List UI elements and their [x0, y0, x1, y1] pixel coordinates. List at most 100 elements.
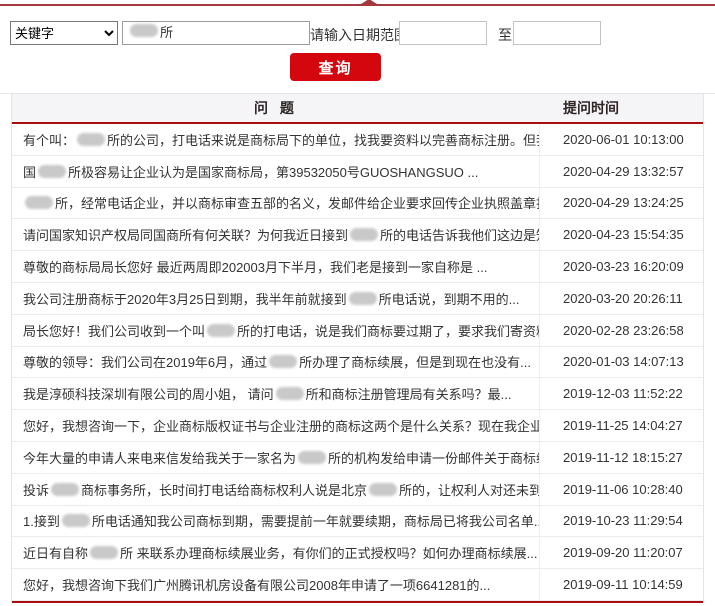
table-header-row: 问 题 提问时间 [12, 94, 703, 122]
redacted-text [130, 24, 158, 37]
redacted-text [298, 450, 327, 464]
time-cell: 2020-04-29 13:32:57 [563, 163, 684, 179]
question-text: 您好，我想咨询下我们广州腾讯机房设备有限公司2008年申请了一项6641281的… [23, 578, 491, 594]
redacted-text [90, 546, 119, 560]
question-text: 近日有自称 [23, 546, 89, 562]
time-cell: 2019-11-25 14:04:27 [563, 418, 683, 434]
question-cell[interactable]: 请问国家知识产权局同国商所有何关联？为何我近日接到 所的电话告诉我他们这边是知..… [12, 219, 540, 251]
table-row[interactable]: 我公司注册商标于2020年3月25日到期，我半年前就接到 所电话说，到期不用的..… [12, 282, 703, 315]
date-to-label: 至 [498, 27, 512, 43]
question-table-body: 有个叫： 所的公司，打电话来说是商标局下的单位，找我要资料以完善商标注册。但我..… [12, 124, 703, 601]
redacted-text [51, 482, 80, 496]
question-text: 所的打电话，说是我们商标要过期了，要求我们寄资料... [237, 323, 540, 339]
table-row[interactable]: 您好，我想咨询一下，企业商标版权证书与企业注册的商标这两个是什么关系？现在我企业… [12, 410, 703, 442]
redacted-text [207, 323, 236, 337]
question-table: 问 题 提问时间 有个叫： 所的公司，打电话来说是商标局下的单位，找我要资料以完善… [11, 94, 704, 603]
question-cell[interactable]: 今年大量的申请人来电来信发给我关于一家名为 所的机构发给申请一份邮件关于商标续..… [12, 441, 540, 473]
question-text: 局长您好！我们公司收到一个叫 [23, 323, 206, 339]
redacted-text [61, 514, 90, 528]
question-text: 所和商标注册管理局有关系吗？最... [305, 387, 512, 403]
table-bottom-line [12, 600, 703, 603]
question-text: 投诉 [23, 482, 50, 498]
page: 关键字 所 请输入日期范围 至 查询 问 题 提问时间 有个叫： 所的公司，打电话… [0, 0, 715, 606]
time-cell: 2020-01-03 14:07:13 [563, 354, 684, 370]
question-cell[interactable]: 您好，我想咨询下我们广州腾讯机房设备有限公司2008年申请了一项6641281的… [12, 569, 540, 600]
question-text: 所 来联系办理商标续展业务，有你们的正式授权吗？如何办理商标续展... [120, 546, 538, 562]
redacted-text [77, 132, 106, 146]
question-text: 所 [160, 25, 174, 40]
question-cell[interactable]: 我是淳硕科技深圳有限公司的周小姐， 请问 所和商标注册管理局有关系吗？最... [12, 378, 540, 410]
question-text: 所办理了商标续展，但是到现在也没有... [299, 355, 531, 371]
date-to-input[interactable] [513, 21, 601, 45]
question-text: 今年大量的申请人来电来信发给我关于一家名为 [23, 450, 297, 466]
table-row[interactable]: 有个叫： 所的公司，打电话来说是商标局下的单位，找我要资料以完善商标注册。但我..… [12, 124, 703, 156]
table-row[interactable]: 今年大量的申请人来电来信发给我关于一家名为 所的机构发给申请一份邮件关于商标续..… [12, 441, 703, 474]
search-button[interactable]: 查询 [290, 53, 381, 81]
time-cell: 2020-04-29 13:24:25 [563, 195, 684, 211]
table-row[interactable]: 尊敬的领导：我们公司在2019年6月，通过 所办理了商标续展，但是到现在也没有..… [12, 346, 703, 379]
keyword-input[interactable]: 所 [122, 21, 310, 45]
redacted-text [38, 164, 67, 178]
table-row[interactable]: 局长您好！我们公司收到一个叫 所的打电话，说是我们商标要过期了，要求我们寄资料..… [12, 314, 703, 347]
time-cell: 2020-03-23 16:20:09 [563, 259, 684, 275]
time-cell: 2019-09-11 10:14:59 [563, 577, 683, 593]
table-row[interactable]: 尊敬的商标局局长您好 最近两周即202003月下半月，我们老是接到一家自称是 .… [12, 251, 703, 283]
redacted-text [350, 228, 379, 242]
top-accent-line [0, 0, 715, 6]
question-cell[interactable]: 所，经常电话企业，并以商标审查五部的名义，发邮件给企业要求回传企业执照盖章扫..… [12, 187, 540, 219]
question-cell[interactable]: 尊敬的领导：我们公司在2019年6月，通过 所办理了商标续展，但是到现在也没有..… [12, 346, 540, 378]
table-row[interactable]: 近日有自称 所 来联系办理商标续展业务，有你们的正式授权吗？如何办理商标续展..… [12, 537, 703, 570]
redacted-text [369, 482, 398, 496]
redacted-text [275, 387, 304, 401]
question-cell[interactable]: 我公司注册商标于2020年3月25日到期，我半年前就接到 所电话说，到期不用的..… [12, 282, 540, 314]
question-cell[interactable]: 投诉 商标事务所，长时间打电话给商标权利人说是北京 所的，让权利人对还未到续... [12, 473, 540, 505]
time-cell: 2019-09-20 11:20:07 [563, 545, 683, 561]
question-text: 所的，让权利人对还未到续... [399, 482, 540, 498]
question-column-header: 问 题 [254, 100, 298, 116]
question-text: 我是淳硕科技深圳有限公司的周小姐， 请问 [23, 387, 274, 403]
question-text: 所电话通知我公司商标到期，需要提前一年就要续期，商标局已将我公司名单... [91, 514, 540, 530]
search-type-select[interactable]: 关键字 [10, 21, 118, 45]
table-row[interactable]: 所，经常电话企业，并以商标审查五部的名义，发邮件给企业要求回传企业执照盖章扫..… [12, 187, 703, 220]
table-row[interactable]: 投诉商标事务所，长时间打电话给商标权利人说是北京所的，让权利人对还未到续... … [12, 473, 703, 506]
question-text: 所，经常电话企业，并以商标审查五部的名义，发邮件给企业要求回传企业执照盖章扫..… [55, 196, 540, 212]
question-cell[interactable]: 1.接到 所电话通知我公司商标到期，需要提前一年就要续期，商标局已将我公司名单..… [12, 505, 540, 537]
question-text: 尊敬的商标局局长您好 最近两周即202003月下半月，我们老是接到一家自称是 .… [23, 260, 488, 276]
question-text: 请问国家知识产权局同国商所有何关联？为何我近日接到 [23, 228, 349, 244]
question-text: 尊敬的领导：我们公司在2019年6月，通过 [23, 355, 268, 371]
table-row[interactable]: 1.接到 所电话通知我公司商标到期，需要提前一年就要续期，商标局已将我公司名单..… [12, 505, 703, 538]
question-cell[interactable]: 国 所极容易让企业认为是国家商标局，第39532050号GUOSHANGSUO .… [12, 155, 540, 187]
question-text: 商标事务所，长时间打电话给商标权利人说是北京 [81, 482, 368, 498]
time-cell: 2020-02-28 23:26:58 [563, 322, 684, 338]
time-cell: 2019-12-03 11:52:22 [563, 386, 683, 402]
time-cell: 2020-04-23 15:54:35 [563, 227, 684, 243]
date-from-input[interactable] [399, 21, 487, 45]
question-cell[interactable]: 局长您好！我们公司收到一个叫 所的打电话，说是我们商标要过期了，要求我们寄资料..… [12, 314, 540, 346]
question-text: 所极容易让企业认为是国家商标局，第39532050号GUOSHANGSUO ..… [68, 164, 479, 180]
question-cell[interactable]: 有个叫： 所的公司，打电话来说是商标局下的单位，找我要资料以完善商标注册。但我..… [12, 124, 540, 155]
question-text: 1.接到 [23, 514, 60, 530]
question-text: 所的公司，打电话来说是商标局下的单位，找我要资料以完善商标注册。但我... [107, 132, 540, 148]
time-column-header: 提问时间 [563, 100, 619, 116]
question-text: 有个叫： [23, 132, 76, 148]
redacted-text [348, 291, 377, 305]
time-cell: 2019-11-12 18:15:27 [563, 449, 683, 465]
redacted-text [269, 355, 298, 369]
question-text: 您好，我想咨询一下，企业商标版权证书与企业注册的商标这两个是什么关系？现在我企业… [23, 419, 540, 435]
tab-indicator-arrow-icon [361, 0, 377, 4]
time-cell: 2019-11-06 10:28:40 [563, 481, 683, 497]
time-cell: 2020-03-20 20:26:11 [563, 290, 683, 306]
table-row[interactable]: 我是淳硕科技深圳有限公司的周小姐， 请问 所和商标注册管理局有关系吗？最... 2… [12, 378, 703, 411]
question-text: 我公司注册商标于2020年3月25日到期，我半年前就接到 [23, 291, 347, 307]
question-cell[interactable]: 尊敬的商标局局长您好 最近两周即202003月下半月，我们老是接到一家自称是 .… [12, 251, 540, 282]
table-row[interactable]: 国 所极容易让企业认为是国家商标局，第39532050号GUOSHANGSUO .… [12, 155, 703, 188]
question-text: 所的电话告诉我他们这边是知... [380, 228, 539, 244]
table-row[interactable]: 请问国家知识产权局同国商所有何关联？为何我近日接到 所的电话告诉我他们这边是知..… [12, 219, 703, 252]
question-text: 所电话说，到期不用的... [378, 291, 520, 307]
table-row[interactable]: 您好，我想咨询下我们广州腾讯机房设备有限公司2008年申请了一项6641281的… [12, 569, 703, 601]
question-cell[interactable]: 您好，我想咨询一下，企业商标版权证书与企业注册的商标这两个是什么关系？现在我企业… [12, 410, 540, 441]
time-cell: 2019-10-23 11:29:54 [563, 513, 683, 529]
time-cell: 2020-06-01 10:13:00 [563, 131, 684, 147]
question-text: 国 [23, 164, 37, 180]
question-cell[interactable]: 近日有自称 所 来联系办理商标续展业务，有你们的正式授权吗？如何办理商标续展..… [12, 537, 540, 569]
